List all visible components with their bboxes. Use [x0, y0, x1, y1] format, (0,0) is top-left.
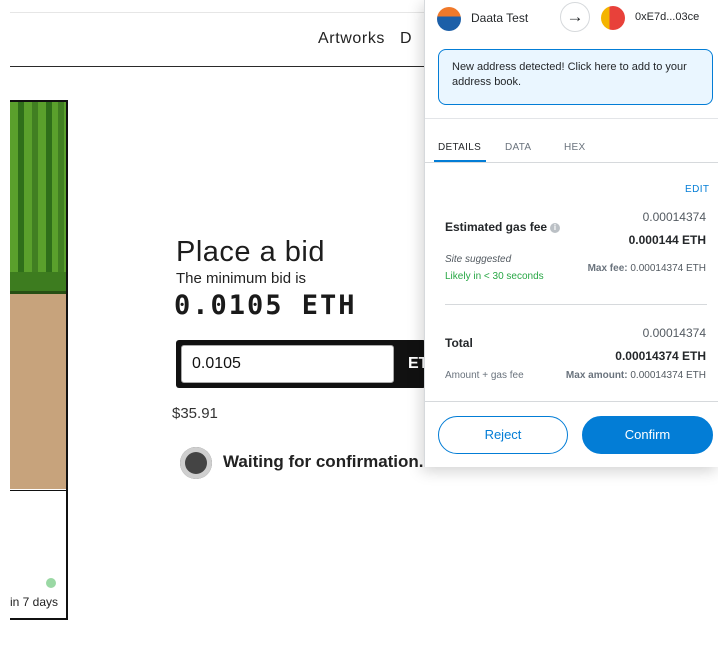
new-address-alert[interactable]: New address detected! Click here to add … [438, 49, 713, 105]
nav-artworks-link[interactable]: Artworks [318, 30, 385, 48]
likely-time-label: Likely in < 30 seconds [445, 271, 544, 282]
bid-usd-value: $35.91 [172, 405, 218, 422]
amount-gas-label: Amount + gas fee [445, 370, 524, 381]
max-amount-label: Max amount: [565, 370, 628, 381]
to-address[interactable]: 0xE7d...03ce [635, 11, 699, 23]
account-row: Daata Test → 0xE7d...03ce [425, 0, 718, 36]
artwork-image-dirt [10, 294, 66, 489]
confirmation-status: Waiting for confirmation... [223, 452, 433, 471]
card-footer-divider [10, 490, 66, 491]
gas-fee-secondary: 0.000144 ETH [628, 233, 706, 247]
screen: Artworks D in 7 days Place a bid The min… [0, 0, 718, 672]
arrow-right-icon: → [560, 2, 590, 32]
artwork-image-edge [10, 272, 66, 294]
artwork-image-grass [10, 102, 66, 282]
reject-button[interactable]: Reject [438, 416, 568, 454]
max-fee-value: 0.00014374 ETH [630, 263, 706, 274]
total-label: Total [445, 336, 473, 350]
edit-gas-link[interactable]: EDIT [685, 184, 709, 195]
place-bid-heading: Place a bid [176, 236, 325, 268]
transaction-tabs: DETAILS DATA HEX [425, 119, 718, 163]
info-icon[interactable]: i [550, 223, 561, 233]
site-top-border [10, 12, 430, 13]
nav-link-partial[interactable]: D [400, 30, 412, 48]
total-primary: 0.00014374 [642, 326, 706, 340]
minimum-bid-label: The minimum bid is [176, 270, 307, 287]
max-fee-row: Max fee: 0.00014374 ETH [588, 263, 706, 274]
minimum-bid-value: 0.0105 ETH [174, 290, 357, 321]
total-secondary: 0.00014374 ETH [615, 349, 706, 363]
max-amount-row: Max amount: 0.00014374 ETH [566, 370, 706, 381]
loading-spinner-icon [180, 447, 212, 479]
active-tab-indicator [434, 160, 486, 162]
row-divider [445, 304, 707, 305]
artwork-card[interactable]: in 7 days [10, 100, 68, 620]
gas-fee-label-text: Estimated gas fee [445, 220, 548, 234]
footer-divider [425, 401, 718, 402]
from-account-avatar-icon [437, 7, 461, 31]
gas-fee-label: Estimated gas fee i [445, 220, 561, 234]
gas-fee-primary: 0.00014374 [642, 210, 706, 224]
max-amount-value: 0.00014374 ETH [630, 370, 706, 381]
header-divider [10, 66, 430, 67]
to-account-avatar-icon [601, 6, 625, 30]
sale-ends-label: in 7 days [10, 595, 59, 609]
max-fee-label: Max fee: [587, 263, 628, 274]
tab-hex[interactable]: HEX [564, 142, 585, 153]
site-suggested-label: Site suggested [445, 254, 512, 265]
tab-data[interactable]: DATA [505, 142, 531, 153]
from-account-name[interactable]: Daata Test [471, 11, 528, 25]
bid-input-group: ET [176, 340, 428, 388]
status-dot-icon [46, 578, 56, 588]
bid-amount-input[interactable] [181, 345, 394, 383]
wallet-confirm-popup: Daata Test → 0xE7d...03ce New address de… [424, 0, 718, 467]
tab-details[interactable]: DETAILS [438, 142, 481, 153]
confirm-button[interactable]: Confirm [582, 416, 713, 454]
